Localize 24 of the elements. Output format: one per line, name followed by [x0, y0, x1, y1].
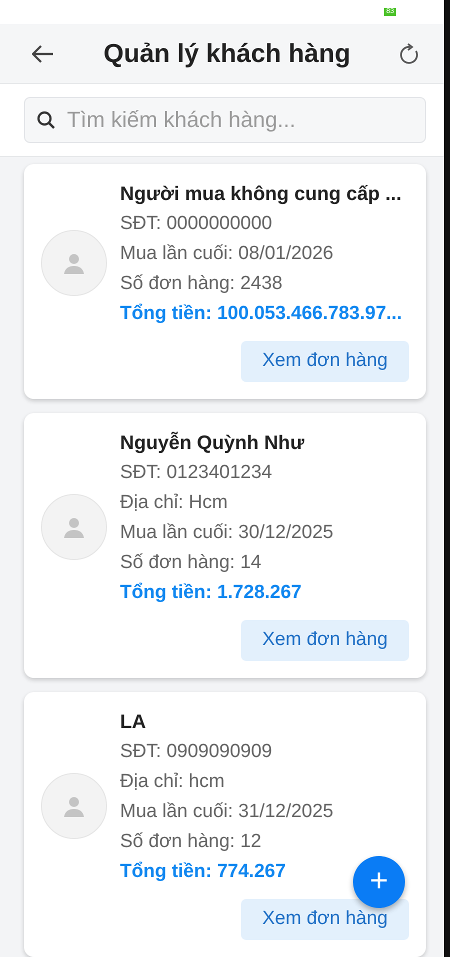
customer-name: Nguyễn Quỳnh Như: [120, 430, 304, 456]
back-icon[interactable]: [32, 44, 54, 62]
total-amount: Tổng tiền: 1.728.267: [120, 581, 302, 605]
customer-detail: SĐT: 0000000000: [120, 212, 272, 236]
search-field[interactable]: Tìm kiếm khách hàng...: [24, 97, 426, 143]
customer-detail: Số đơn hàng: 2438: [120, 272, 282, 296]
customer-name: Người mua không cung cấp ...: [120, 182, 402, 207]
page-title: Quản lý khách hàng: [103, 38, 351, 70]
total-amount: Tổng tiền: 100.053.466.783.97...: [120, 302, 402, 326]
customer-name: LA: [120, 710, 146, 735]
customer-detail: Số đơn hàng: 12: [120, 830, 262, 854]
view-orders-button[interactable]: Xem đơn hàng: [241, 899, 409, 940]
view-orders-button[interactable]: Xem đơn hàng: [241, 341, 409, 382]
customer-detail: Số đơn hàng: 14: [120, 551, 262, 575]
customer-detail: SĐT: 0909090909: [120, 740, 272, 764]
total-amount: Tổng tiền: 774.267: [120, 860, 286, 884]
customer-detail: SĐT: 0123401234: [120, 461, 272, 485]
customer-detail: Địa chỉ: hcm: [120, 770, 225, 794]
customer-detail: Địa chỉ: Hcm: [120, 491, 228, 515]
customer-detail: Mua lần cuối: 30/12/2025: [120, 521, 334, 545]
customer-detail: Mua lần cuối: 31/12/2025: [120, 800, 334, 824]
customer-detail: Mua lần cuối: 08/01/2026: [120, 242, 334, 266]
view-orders-button[interactable]: Xem đơn hàng: [241, 620, 409, 661]
refresh-icon[interactable]: [400, 42, 420, 64]
